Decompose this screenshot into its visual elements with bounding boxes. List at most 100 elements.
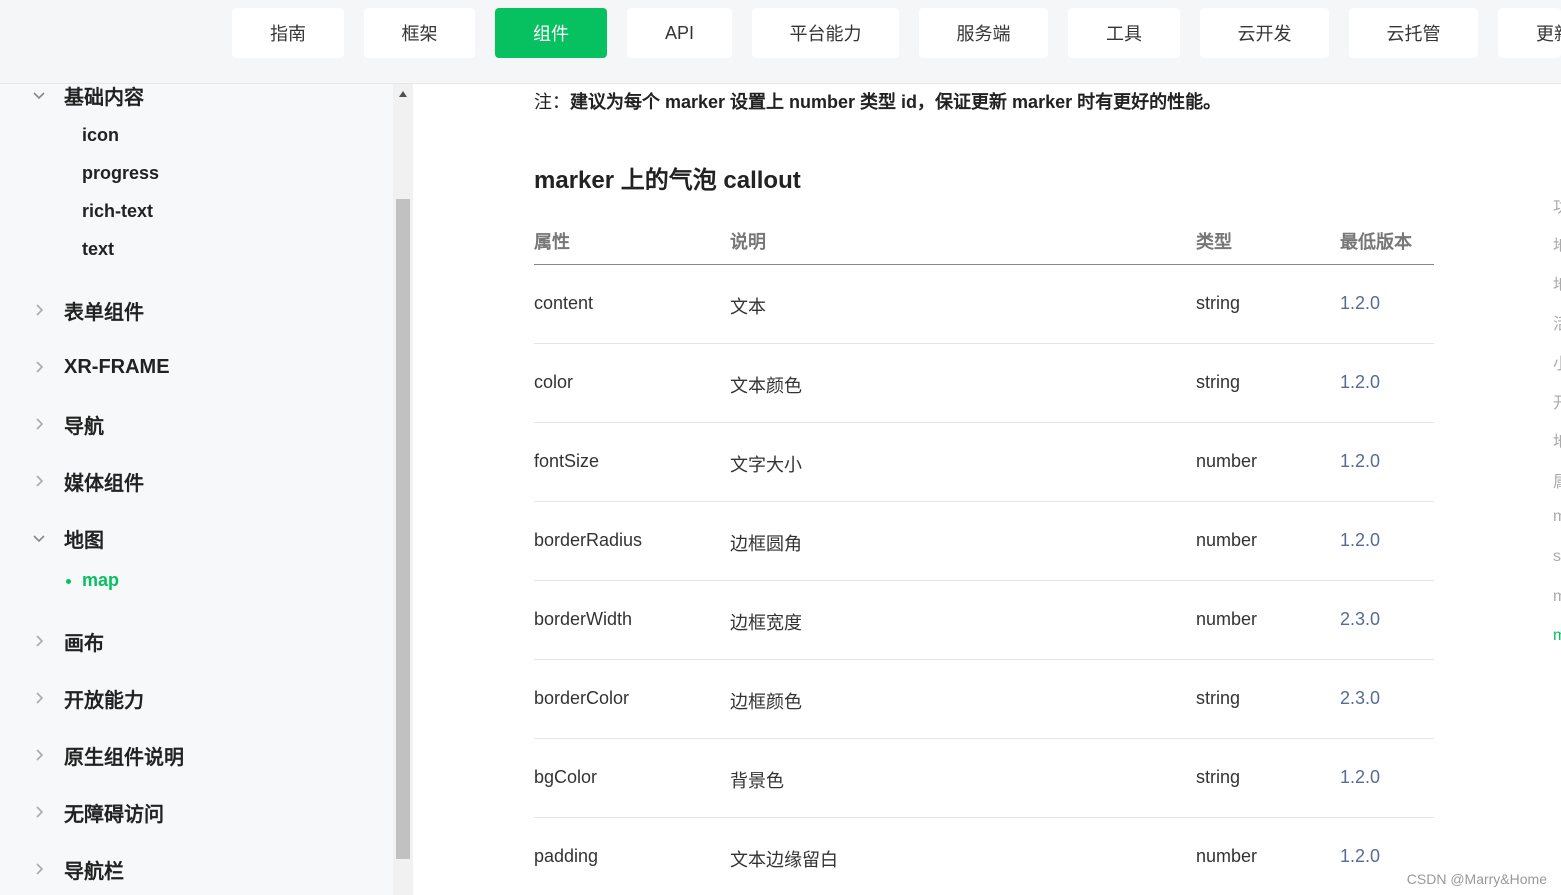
sidebar-group-canvas[interactable]: 画布 [0,621,393,661]
cell-version-link[interactable]: 1.2.0 [1340,767,1380,788]
toc-item[interactable]: 地 [1553,271,1561,295]
toc-item[interactable]: 地 [1553,428,1561,452]
sidebar-group-label: 无障碍访问 [64,803,164,826]
table-header: 属性 说明 类型 最低版本 [534,216,1434,265]
sidebar-item-text[interactable]: text [82,239,114,260]
cell-description: 文本颜色 [730,376,802,396]
note-text: 建议为每个 marker 设置上 number 类型 id，保证更新 marke… [570,92,1222,112]
scroll-up-arrow-icon[interactable] [393,84,413,104]
cell-attribute: borderColor [534,688,630,708]
sidebar-item-rich-text[interactable]: rich-text [82,201,153,222]
sidebar-group-label: 地图 [64,529,104,552]
cell-attribute: borderWidth [534,609,633,629]
cell-description: 背景色 [730,771,784,791]
nav-tab-components[interactable]: 组件 [495,8,607,58]
table-row: bgColor 背景色 string 1.2.0 [534,739,1434,818]
nav-tab-framework[interactable]: 框架 [364,8,475,58]
nav-tab-tools[interactable]: 工具 [1068,8,1180,58]
chevron-right-icon [32,303,46,317]
toc-item[interactable]: m [1553,508,1561,526]
nav-tab-cloud-hosting[interactable]: 云托管 [1349,8,1478,58]
sidebar-group-map[interactable]: 地图 [0,518,393,558]
toc-item[interactable]: 地 [1553,232,1561,256]
sidebar-group-label: 媒体组件 [64,472,144,495]
scrollbar-thumb[interactable] [396,199,410,859]
toc-item[interactable]: 活 [1553,310,1561,334]
toc-item[interactable]: m [1553,588,1561,606]
table-row: borderRadius 边框圆角 number 1.2.0 [534,502,1434,581]
sidebar-group-label: 导航栏 [64,860,124,883]
header-attribute: 属性 [534,232,570,252]
cell-version-link[interactable]: 1.2.0 [1340,846,1380,867]
toc-item[interactable]: 属 [1553,468,1561,492]
cell-version-link[interactable]: 1.2.0 [1340,451,1380,472]
sidebar-group-basic[interactable]: 基础内容 [0,84,393,115]
cell-version-link[interactable]: 1.2.0 [1340,530,1380,551]
cell-type: string [1196,293,1241,313]
cell-attribute: content [534,293,594,313]
sidebar-group-navigation-bar[interactable]: 导航栏 [0,849,393,889]
chevron-down-icon [32,531,46,545]
sidebar-group-label: 基础内容 [64,86,144,109]
sidebar-group-form[interactable]: 表单组件 [0,290,393,330]
nav-tab-guide[interactable]: 指南 [232,8,344,58]
toc-item[interactable]: 小 [1553,350,1561,374]
toc-item[interactable]: 开 [1553,389,1561,413]
nav-tab-api[interactable]: API [627,8,732,58]
chevron-right-icon [32,691,46,705]
chevron-right-icon [32,862,46,876]
cell-version-link[interactable]: 2.3.0 [1340,609,1380,630]
cell-type: string [1196,767,1241,787]
cell-type: number [1196,451,1258,471]
cell-type: number [1196,609,1258,629]
toc-item[interactable]: s [1553,548,1561,566]
toc-item-active[interactable]: m [1553,627,1561,645]
note-prefix: 注： [534,92,570,112]
nav-tab-platform[interactable]: 平台能力 [752,8,899,58]
chevron-right-icon [32,360,46,374]
sidebar-item-icon[interactable]: icon [82,125,119,146]
table-row: borderWidth 边框宽度 number 2.3.0 [534,581,1434,660]
nav-tab-updates[interactable]: 更新 [1498,8,1561,58]
sidebar-group-native-components[interactable]: 原生组件说明 [0,735,393,775]
chevron-right-icon [32,474,46,488]
sidebar-group-open-capability[interactable]: 开放能力 [0,678,393,718]
cell-attribute: color [534,372,574,392]
table-row: fontSize 文字大小 number 1.2.0 [534,423,1434,502]
sidebar-group-label: XR-FRAME [64,355,170,378]
toc-item[interactable]: 功 [1553,193,1561,217]
performance-note: 注：建议为每个 marker 设置上 number 类型 id，保证更新 mar… [534,88,1221,114]
sidebar-group-accessibility[interactable]: 无障碍访问 [0,792,393,832]
sidebar-group-label: 画布 [64,632,104,655]
cell-description: 文本边缘留白 [730,850,838,870]
main-content: 注：建议为每个 marker 设置上 number 类型 id，保证更新 mar… [413,84,1561,895]
sidebar-group-media[interactable]: 媒体组件 [0,461,393,501]
cell-type: string [1196,372,1241,392]
sidebar-group-label: 表单组件 [64,301,144,324]
cell-description: 边框颜色 [730,692,802,712]
cell-version-link[interactable]: 1.2.0 [1340,372,1380,393]
cell-description: 边框宽度 [730,613,802,633]
section-title: marker 上的气泡 callout [534,167,801,194]
table-row: padding 文本边缘留白 number 1.2.0 [534,818,1434,895]
cell-attribute: fontSize [534,451,600,471]
nav-tab-cloud-dev[interactable]: 云开发 [1200,8,1329,58]
cell-type: string [1196,688,1241,708]
chevron-right-icon [32,634,46,648]
cell-attribute: borderRadius [534,530,643,550]
active-bullet-icon [66,579,71,584]
sidebar-scrollbar[interactable] [393,84,413,895]
cell-type: number [1196,530,1258,550]
nav-tab-server[interactable]: 服务端 [919,8,1048,58]
cell-version-link[interactable]: 2.3.0 [1340,688,1380,709]
table-row: borderColor 边框颜色 string 2.3.0 [534,660,1434,739]
chevron-right-icon [32,805,46,819]
chevron-right-icon [32,748,46,762]
sidebar-group-label: 导航 [64,415,104,438]
sidebar-item-map[interactable]: map [82,570,119,591]
sidebar-group-navigation[interactable]: 导航 [0,404,393,444]
table-row: color 文本颜色 string 1.2.0 [534,344,1434,423]
sidebar-item-progress[interactable]: progress [82,163,159,184]
cell-version-link[interactable]: 1.2.0 [1340,293,1380,314]
sidebar-group-xr-frame[interactable]: XR-FRAME [0,347,393,387]
